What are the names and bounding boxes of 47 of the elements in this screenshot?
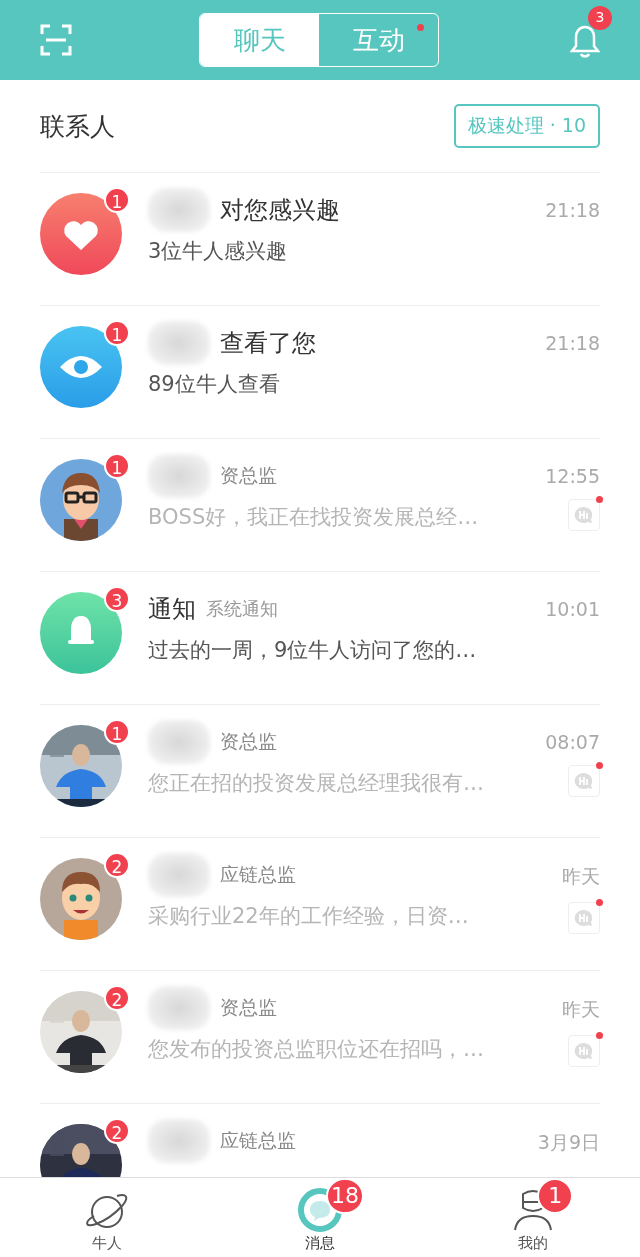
- contact-name: 查看了您: [220, 328, 316, 359]
- greeting-icon[interactable]: [568, 1035, 600, 1067]
- bell-icon[interactable]: [570, 24, 600, 60]
- count-badge: 18: [326, 1178, 364, 1214]
- message-preview: 您发布的投资总监职位还在招吗，…: [148, 1036, 485, 1063]
- greeting-icon[interactable]: [568, 765, 600, 797]
- eye-icon: [40, 326, 122, 408]
- count-badge: 1: [104, 320, 130, 346]
- contact-name: 通知: [148, 594, 196, 625]
- tab-bar-item[interactable]: 18 消息: [213, 1178, 427, 1257]
- job-title: 资总监: [220, 463, 277, 488]
- count-badge: 2: [104, 985, 130, 1011]
- count-badge: 1: [104, 453, 130, 479]
- message-preview: 您正在招的投资发展总经理我很有…: [148, 770, 485, 797]
- count-badge: 1: [104, 719, 130, 745]
- tab-bar-item[interactable]: 1 我的: [426, 1178, 640, 1257]
- greeting-icon[interactable]: [568, 902, 600, 934]
- count-badge: 1: [537, 1178, 574, 1214]
- message-preview: 过去的一周，9位牛人访问了您的…: [148, 637, 478, 664]
- count-badge: 2: [104, 1118, 130, 1144]
- message-time: 08:07: [545, 731, 600, 753]
- message-time: 昨天: [562, 864, 600, 889]
- tab-bar-item[interactable]: 牛人: [0, 1178, 214, 1257]
- contact-name: 对您感兴趣: [220, 195, 340, 226]
- message-preview: 3位牛人感兴趣: [148, 238, 289, 265]
- message-time: 12:55: [545, 465, 600, 487]
- count-badge: 3: [104, 586, 130, 612]
- count-badge: 3: [588, 6, 612, 30]
- job-title: 应链总监: [220, 862, 296, 887]
- message-preview: 89位牛人查看: [148, 371, 281, 398]
- count-badge: 1: [104, 187, 130, 213]
- message-time: 10:01: [545, 598, 600, 620]
- bell-icon: [40, 592, 122, 674]
- greeting-icon[interactable]: [568, 499, 600, 531]
- message-time: 21:18: [545, 199, 600, 221]
- job-title: 应链总监: [220, 1128, 296, 1153]
- message-time: 3月9日: [537, 1130, 600, 1155]
- job-title: 资总监: [220, 729, 277, 754]
- scan-icon[interactable]: [40, 24, 72, 56]
- job-title: 资总监: [220, 995, 277, 1020]
- message-preview: 采购行业22年的工作经验，日资…: [148, 903, 470, 930]
- count-badge: 2: [104, 852, 130, 878]
- message-preview: BOSS好，我正在找投资发展总经…: [148, 504, 480, 531]
- message-time: 21:18: [545, 332, 600, 354]
- contact-tag: 系统通知: [206, 597, 278, 621]
- message-time: 昨天: [562, 997, 600, 1022]
- section-title: 联系人: [40, 110, 115, 143]
